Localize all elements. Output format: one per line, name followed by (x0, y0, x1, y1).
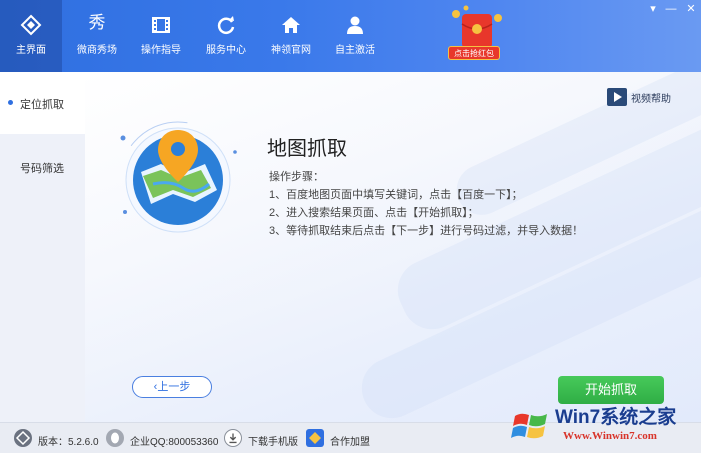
watermark: Win7系统之家 Www.Winwin7.com (505, 400, 701, 452)
nav-label-guide: 操作指导 (141, 45, 181, 56)
watermark-url: Www.Winwin7.com (563, 430, 657, 442)
sidebar-item-number-filter[interactable]: 号码筛选 (0, 136, 85, 198)
nav-label-service: 服务中心 (206, 45, 246, 56)
nav-item-service[interactable]: 服务中心 (195, 0, 257, 72)
menu-dropdown-button[interactable]: ▾ (644, 2, 662, 16)
house-icon (282, 17, 300, 33)
nav-label-home: 主界面 (16, 45, 46, 56)
red-packet-button[interactable]: 点击抢红包 (448, 46, 500, 60)
nav-item-home[interactable]: 主界面 (0, 0, 62, 72)
xiu-icon: 秀 (88, 13, 106, 32)
version-logo-icon (14, 429, 32, 447)
step-item: 1、百度地图页面中填写关键词，点击【百度一下】； (269, 189, 523, 201)
qq-penguin-icon (106, 429, 124, 447)
step-item: 2、进入搜索结果页面、点击【开始抓取】； (269, 207, 479, 219)
sidebar-item-locate-capture[interactable]: 定位抓取 (0, 72, 85, 134)
partner-label: 合作加盟 (330, 437, 370, 448)
version-label: 版本：5.2.6.0 (38, 437, 99, 448)
top-nav-bar: 主界面 秀 微商秀场 操作指导 服务中心 神领官网 自主激活 点击抢红包 ▾ —… (0, 0, 701, 72)
sidebar-item-label: 号码筛选 (20, 163, 64, 175)
qq-label: 企业QQ:800053360 (130, 437, 219, 448)
nav-item-showroom[interactable]: 秀 微商秀场 (66, 0, 128, 72)
main-panel: 视频帮助 地图抓取 操作步骤： 1、百度地图页面中填写关键词，点击【百度一下】；… (85, 72, 701, 422)
refresh-icon (217, 16, 235, 34)
page-title: 地图抓取 (267, 138, 347, 160)
nav-item-guide[interactable]: 操作指导 (130, 0, 192, 72)
video-help-label: 视频帮助 (631, 94, 671, 105)
partner-logo-icon (306, 429, 324, 447)
download-icon (224, 429, 242, 447)
map-location-illustration (119, 121, 237, 239)
nav-item-activate[interactable]: 自主激活 (324, 0, 386, 72)
steps-heading: 操作步骤： (269, 171, 324, 183)
nav-label-activate: 自主激活 (335, 45, 375, 56)
nav-label-showroom: 微商秀场 (77, 45, 117, 56)
step-item: 3、等待抓取结束后点击【下一步】进行号码过滤，并导入数据！ (269, 225, 584, 237)
video-play-icon (607, 88, 627, 106)
active-dot-icon (8, 100, 13, 105)
sidebar-item-label: 定位抓取 (20, 99, 64, 111)
film-icon (152, 17, 170, 33)
user-icon (347, 16, 363, 34)
download-label: 下载手机版 (248, 437, 298, 448)
nav-label-website: 神领官网 (271, 45, 311, 56)
instruction-steps: 操作步骤： 1、百度地图页面中填写关键词，点击【百度一下】； 2、进入搜索结果页… (269, 168, 583, 240)
close-button[interactable]: ✕ (682, 2, 700, 16)
app-logo-icon (20, 14, 42, 36)
sidebar: 定位抓取 号码筛选 (0, 72, 85, 422)
minimize-button[interactable]: — (662, 2, 680, 16)
windows-logo-icon (511, 413, 547, 439)
previous-step-button[interactable]: ‹上一步 (132, 376, 212, 398)
nav-item-website[interactable]: 神领官网 (260, 0, 322, 72)
watermark-title: Win7系统之家 (555, 407, 677, 428)
